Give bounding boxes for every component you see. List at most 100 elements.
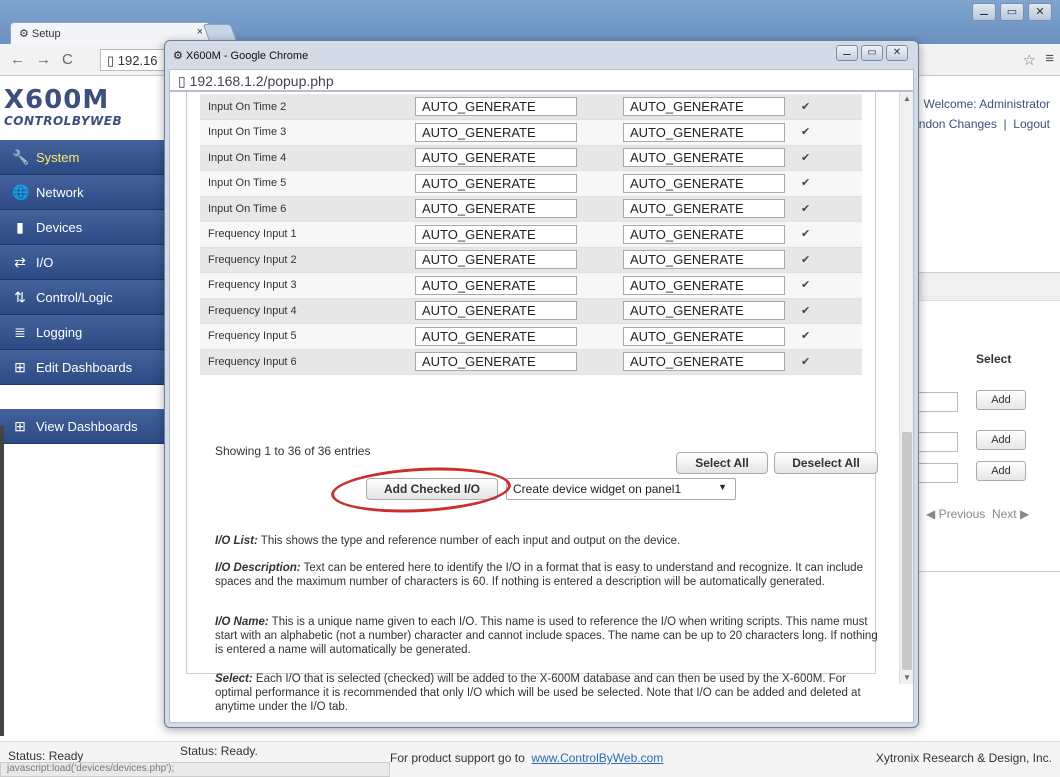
tab-close-icon[interactable]: ×	[197, 26, 203, 38]
sidebar-item-view-dashboards[interactable]: ⊞ View Dashboards	[0, 409, 165, 444]
io-description-cell	[407, 272, 615, 299]
io-description-input[interactable]	[415, 301, 577, 321]
io-description-input[interactable]	[415, 275, 577, 295]
logout-link[interactable]: Logout	[1013, 117, 1050, 131]
select-checkbox[interactable]: ✔	[801, 280, 812, 291]
table-row: Frequency Input 3 ✔	[200, 272, 862, 299]
select-checkbox[interactable]: ✔	[801, 152, 812, 164]
io-description-input[interactable]	[415, 122, 577, 142]
io-description-input[interactable]	[415, 224, 577, 244]
sidebar-item-io[interactable]: ⇄ I/O	[0, 245, 165, 280]
row-input[interactable]	[916, 392, 958, 412]
io-description-input[interactable]	[415, 250, 577, 270]
select-column-header: Select	[976, 352, 1012, 366]
link-preview: javascript:load('devices/devices.php');	[0, 762, 390, 777]
sidebar-item-control-logic[interactable]: ⇅ Control/Logic	[0, 280, 165, 315]
sidebar-item-label: I/O	[36, 254, 54, 270]
add-button[interactable]: Add	[976, 461, 1026, 481]
io-list-cell: Frequency Input 1	[200, 221, 407, 248]
popup-scrollbar[interactable]: ▲ ▼	[899, 92, 913, 684]
io-name-input[interactable]	[623, 250, 785, 270]
next-link[interactable]: Next	[992, 507, 1017, 521]
add-checked-io-button[interactable]: Add Checked I/O	[366, 478, 498, 500]
add-button[interactable]: Add	[976, 430, 1026, 450]
page-icon: ▯	[107, 53, 118, 68]
io-name-label: Input On Time 5	[208, 177, 287, 190]
sidebar-item-network[interactable]: 🌐 Network	[0, 175, 165, 210]
io-name-input[interactable]	[623, 224, 785, 244]
io-name-input[interactable]	[623, 326, 785, 346]
io-description-input[interactable]	[415, 199, 577, 219]
io-name-label: Frequency Input 5	[208, 330, 297, 343]
io-select-cell: ✔	[793, 170, 862, 197]
io-name-input[interactable]	[623, 122, 785, 142]
tab-title: Setup	[31, 28, 61, 40]
scroll-down-icon[interactable]: ▼	[900, 673, 914, 682]
scroll-up-icon[interactable]: ▲	[900, 94, 914, 103]
row-input[interactable]	[916, 432, 958, 452]
select-checkbox[interactable]: ✔	[801, 229, 812, 240]
select-checkbox[interactable]: ✔	[801, 356, 812, 368]
sidebar-item-system[interactable]: 🔧 System	[0, 140, 165, 175]
window-controls: ⚊ ▭ ✕	[972, 3, 1052, 21]
popup-address-bar[interactable]: ▯ 192.168.1.2/popup.php	[169, 69, 914, 91]
deselect-all-button[interactable]: Deselect All	[774, 452, 878, 474]
minimize-icon[interactable]: ⚊	[972, 3, 996, 21]
io-description-input[interactable]	[415, 326, 577, 346]
io-name-label: Frequency Input 6	[208, 355, 297, 368]
io-name-input[interactable]	[623, 199, 785, 219]
io-name-input[interactable]	[623, 97, 785, 116]
popup-title-text: X600M - Google Chrome	[185, 50, 309, 62]
io-description-input[interactable]	[415, 97, 577, 116]
select-checkbox[interactable]: ✔	[801, 203, 812, 215]
io-description-input[interactable]	[415, 173, 577, 193]
io-description-input[interactable]	[415, 148, 577, 168]
close-icon[interactable]: ✕	[1028, 3, 1052, 21]
select-all-button[interactable]: Select All	[676, 452, 768, 474]
previous-link[interactable]: Previous	[939, 507, 986, 521]
io-name-input[interactable]	[623, 173, 785, 193]
reload-icon[interactable]: C	[62, 51, 73, 68]
chrome-menu-icon[interactable]: ≡	[1045, 50, 1054, 67]
popup-url-text: 192.168.1.2/popup.php	[189, 73, 334, 89]
sidebar-item-logging[interactable]: ≣ Logging	[0, 315, 165, 350]
select-checkbox[interactable]: ✔	[801, 254, 812, 266]
widget-panel-select[interactable]: Create device widget on panel1 ▼	[506, 478, 736, 500]
add-button[interactable]: Add	[976, 390, 1026, 410]
back-icon[interactable]: ←	[10, 51, 25, 68]
logo-subtitle: CONTROLBYWEB	[4, 114, 123, 128]
row-input[interactable]	[916, 463, 958, 483]
welcome-area: Welcome: Administrator Abandon Changes |…	[897, 94, 1050, 134]
sidebar-item-devices[interactable]: ▮ Devices	[0, 210, 165, 245]
popup-minimize-icon[interactable]: ⚊	[836, 45, 858, 61]
bookmark-star-icon[interactable]: ☆	[1023, 51, 1036, 69]
scrollbar-thumb[interactable]	[902, 432, 912, 670]
sidebar-item-edit-dashboards[interactable]: ⊞ Edit Dashboards	[0, 350, 165, 385]
select-checkbox[interactable]: ✔	[801, 331, 812, 342]
help-text: Each I/O that is selected (checked) will…	[215, 673, 861, 713]
io-name-input[interactable]	[623, 148, 785, 168]
support-link[interactable]: www.ControlByWeb.com	[531, 751, 663, 765]
io-description-input[interactable]	[415, 352, 577, 372]
maximize-icon[interactable]: ▭	[1000, 3, 1024, 21]
table-row: Input On Time 5 ✔	[200, 170, 862, 197]
table-row: Frequency Input 5 ✔	[200, 323, 862, 350]
select-checkbox[interactable]: ✔	[801, 127, 812, 138]
table-row: Frequency Input 4 ✔	[200, 298, 862, 324]
popup-window: ⚙ X600M - Google Chrome ⚊ ▭ ✕ ▯ 192.168.…	[164, 40, 919, 758]
pagination: ◀ Previous Next ▶	[926, 507, 1029, 521]
forward-icon[interactable]: →	[36, 51, 51, 68]
io-name-input[interactable]	[623, 352, 785, 372]
io-name-input[interactable]	[623, 275, 785, 295]
select-checkbox[interactable]: ✔	[801, 101, 812, 113]
io-name-cell	[615, 196, 793, 222]
select-checkbox[interactable]: ✔	[801, 178, 812, 189]
main-panel	[900, 272, 1060, 572]
io-name-input[interactable]	[623, 301, 785, 321]
popup-close-icon[interactable]: ✕	[886, 45, 908, 61]
help-io-list: I/O List: This shows the type and refere…	[215, 534, 885, 548]
select-checkbox[interactable]: ✔	[801, 305, 812, 317]
io-name-label: Frequency Input 1	[208, 228, 297, 241]
popup-maximize-icon[interactable]: ▭	[861, 45, 883, 61]
address-text: 192.16	[117, 53, 158, 68]
